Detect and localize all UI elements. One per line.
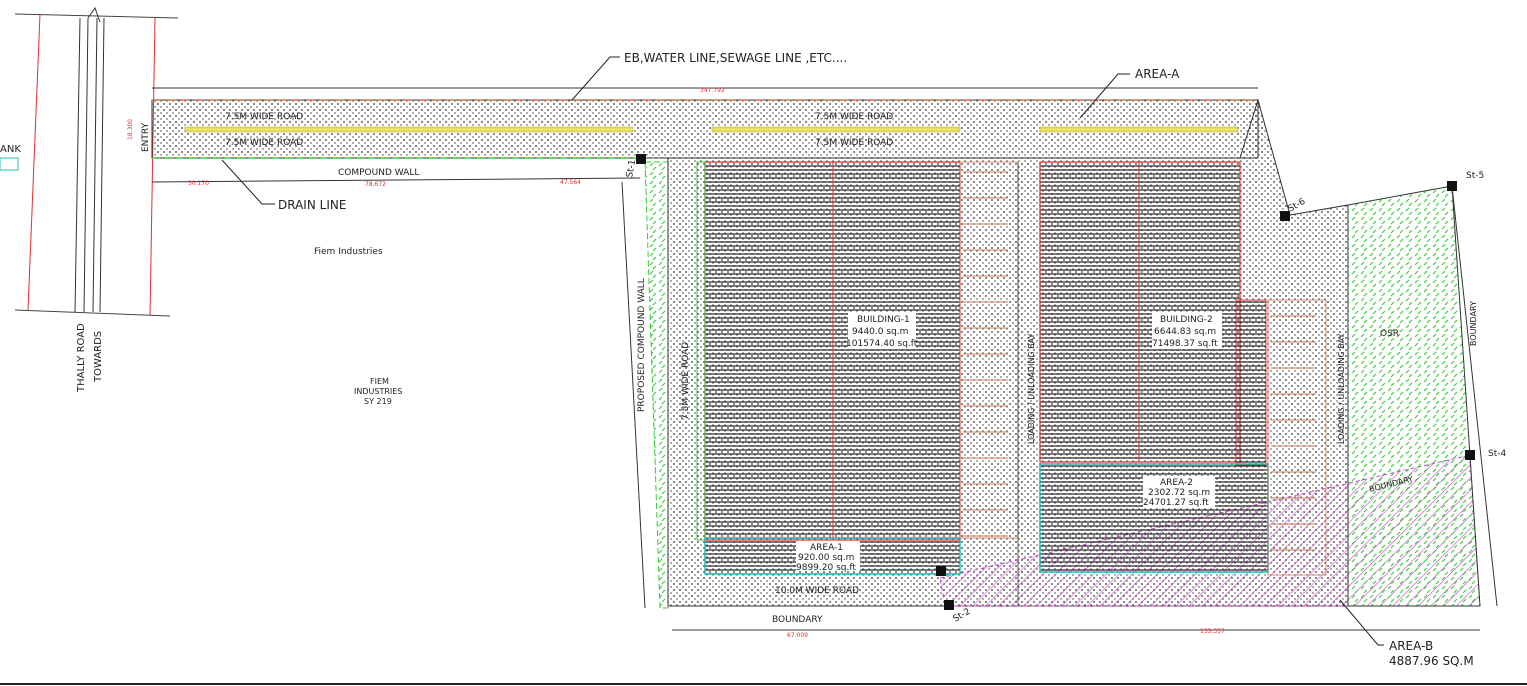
station-1-label: St-1: [625, 159, 638, 179]
proposed-compound-wall-label: PROPOSED COMPOUND WALL: [637, 278, 647, 412]
dim-seg2: 78,672: [365, 181, 386, 188]
fiem-industries-label: Fiem Industries: [314, 247, 383, 257]
building-1-sqft: 101574.40 sq.ft: [846, 339, 918, 349]
building-2-sqm: 6644.83 sq.m: [1154, 327, 1216, 337]
dim-bottom-2: 155.337: [1200, 628, 1225, 635]
boundary-bottom-label: BOUNDARY: [772, 615, 823, 625]
station-2-marker: [944, 600, 954, 610]
fiem-line-2: INDUSTRIES: [354, 387, 402, 396]
tank-label: ANK: [0, 144, 21, 155]
station-4-label: St-4: [1488, 449, 1506, 459]
area-1-title: AREA-1: [810, 543, 843, 553]
building-1-sqm: 9440.0 sq.m: [852, 327, 908, 337]
fiem-line-3: SY 219: [364, 397, 392, 406]
road-label-top-upper-right: 7.5M WIDE ROAD: [815, 112, 893, 122]
station-4-marker: [1465, 450, 1475, 460]
area-2-sqft: 24701.27 sq.ft: [1143, 498, 1209, 508]
towards-label: TOWARDS: [93, 331, 104, 383]
dim-entry-width: 18.300: [127, 119, 134, 140]
area-1-sqm: 920.00 sq.m: [798, 553, 854, 563]
station-5-marker: [1447, 181, 1457, 191]
building-2-sqft: 71498.37 sq.ft: [1152, 339, 1218, 349]
area-b-leader: [1339, 599, 1384, 646]
building-2-title: BUILDING-2: [1160, 315, 1213, 325]
dim-seg1: 30.170: [188, 180, 209, 187]
services-label: EB,WATER LINE,SEWAGE LINE ,ETC....: [624, 51, 847, 65]
green-strip-left: [644, 161, 669, 609]
site-plan: ANK THALLY ROAD TOWARDS 347.792 ENTRY 18…: [0, 6, 1527, 685]
dim-bottom-1: 67.009: [787, 632, 808, 639]
osr-label: OSR: [1380, 329, 1399, 339]
median-1: [184, 126, 634, 133]
area-2-title: AREA-2: [1160, 478, 1193, 488]
entry-label: ENTRY: [141, 122, 151, 152]
drain-line-label: DRAIN LINE: [278, 198, 346, 212]
station-2-label: St-2: [952, 607, 973, 625]
boundary-right-label: BOUNDARY: [1469, 301, 1478, 346]
road-label-top-lower-right: 7.5M WIDE ROAD: [815, 138, 893, 148]
area-2-sqm: 2302.72 sq.m: [1148, 488, 1210, 498]
compound-wall-label: COMPOUND WALL: [338, 168, 419, 178]
dim-top-length: 347.792: [700, 87, 725, 94]
dim-seg3: 47.564: [560, 179, 581, 186]
area-b-title: AREA-B: [1389, 639, 1433, 653]
services-leader: [571, 56, 620, 101]
median-2: [711, 126, 961, 133]
building-1-title: BUILDING-1: [857, 315, 910, 325]
road-label-left-vertical: 7.5M WIDE ROAD: [681, 342, 691, 420]
drain-leader: [221, 159, 275, 205]
road-label-top-upper-left: 7.5M WIDE ROAD: [225, 112, 303, 122]
bay-1-label: LOADING / UNLOADING BAY: [1027, 333, 1036, 444]
road-label-top-lower-left: 7.5M WIDE ROAD: [225, 138, 303, 148]
osr-area: [1347, 185, 1481, 607]
thally-road-label: THALLY ROAD: [76, 323, 87, 393]
road-label-bottom: 10.0M WIDE ROAD: [775, 586, 859, 596]
station-6-marker: [1280, 211, 1290, 221]
thally-road: [0, 6, 179, 317]
area-b-value: 4887.96 SQ.M: [1389, 654, 1474, 668]
area-1-sqft: 9899.20 sq.ft: [796, 563, 856, 573]
area-a-label: AREA-A: [1135, 67, 1180, 81]
station-6-label: St-6: [1287, 197, 1308, 215]
median-3: [1039, 126, 1239, 133]
bay-2-label: LOADING / UNLOADING BAY: [1337, 333, 1346, 444]
station-5-label: St-5: [1466, 171, 1484, 181]
fiem-line-1: FIEM: [370, 377, 389, 386]
